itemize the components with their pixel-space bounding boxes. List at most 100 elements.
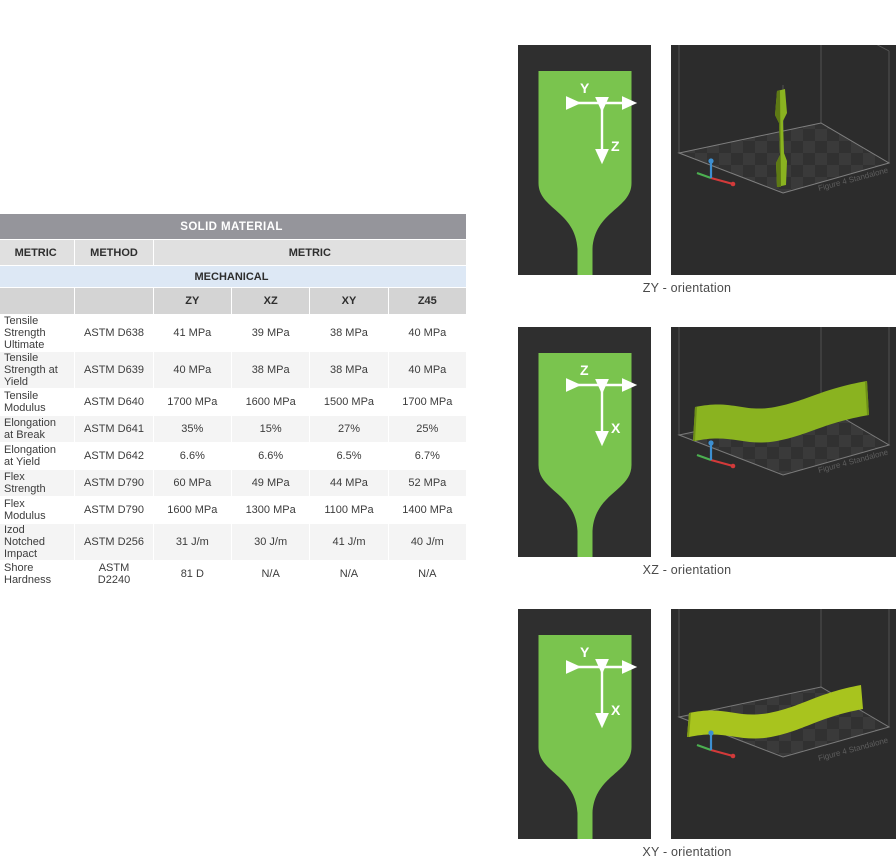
cell-z45: 1700 MPa <box>387 388 468 416</box>
figure-xz-orientation: Z X Figure 4 Standalone XZ - orientation <box>518 327 896 577</box>
table-row: Elongation at Yield ASTM D642 6.6% 6.6% … <box>0 442 468 470</box>
header-metric: METRIC <box>0 239 76 266</box>
cell-zy: 35% <box>152 415 232 443</box>
cell-zy: 31 J/m <box>152 523 232 561</box>
table-row: Shore Hardness ASTM D2240 81 D N/A N/A N… <box>0 560 468 588</box>
colhead-xy: XY <box>309 287 389 315</box>
cell-method: ASTM D638 <box>74 314 154 352</box>
silhouette-panel-zy: Y Z <box>518 45 651 275</box>
table-unit-row: METRIC METHOD METRIC <box>0 239 468 266</box>
cell-zy: 60 MPa <box>152 469 232 497</box>
cell-xy: 44 MPa <box>309 469 389 497</box>
cell-z45: N/A <box>387 560 468 588</box>
viewport-3d-xy[interactable]: Figure 4 Standalone <box>671 609 896 839</box>
axis-label-horizontal: Z <box>580 362 589 378</box>
cell-method: ASTM D640 <box>74 388 154 416</box>
table-row: Tensile Strength Ultimate ASTM D638 41 M… <box>0 314 468 352</box>
cell-xz: 39 MPa <box>230 314 311 352</box>
cell-metric: Tensile Strength Ultimate <box>0 314 76 352</box>
cell-method: ASTM D256 <box>74 523 154 561</box>
viewport-3d-zy[interactable]: Figure 4 Standalone <box>671 45 896 275</box>
table-title: SOLID MATERIAL <box>0 213 467 240</box>
cell-method: ASTM D642 <box>74 442 154 470</box>
cell-metric: Shore Hardness <box>0 560 76 588</box>
cell-metric: Elongation at Yield <box>0 442 76 470</box>
cell-method: ASTM D2240 <box>74 560 154 588</box>
cell-xz: 1600 MPa <box>230 388 311 416</box>
viewport-3d-xz[interactable]: Figure 4 Standalone <box>671 327 896 557</box>
colhead-z45: Z45 <box>387 287 468 315</box>
axis-indicator-zy: Y Z <box>565 80 638 165</box>
cell-metric: Flex Strength <box>0 469 76 497</box>
cell-z45: 52 MPa <box>387 469 468 497</box>
colhead-blank-metric <box>0 287 76 315</box>
material-spec-table: SOLID MATERIAL METRIC METHOD METRIC MECH… <box>0 213 468 588</box>
cell-zy: 81 D <box>152 560 232 588</box>
cell-z45: 1400 MPa <box>387 496 468 524</box>
cell-metric: Tensile Strength at Yield <box>0 351 76 389</box>
colhead-zy: ZY <box>152 287 232 315</box>
cell-xz: 49 MPa <box>230 469 311 497</box>
axis-label-horizontal: Y <box>580 644 590 660</box>
axis-label-vertical: Z <box>611 138 620 154</box>
table-row: Flex Modulus ASTM D790 1600 MPa 1300 MPa… <box>0 496 468 524</box>
cell-xz: 38 MPa <box>230 351 311 389</box>
axis-indicator-xz: Z X <box>565 362 638 447</box>
figure-zy-orientation: Y Z Figure 4 Standalone ZY - orientation <box>518 45 896 295</box>
slicer-scene-zy: Figure 4 Standalone <box>671 45 896 275</box>
cell-method: ASTM D639 <box>74 351 154 389</box>
cell-xy: 38 MPa <box>309 314 389 352</box>
figure-xy-orientation: Y X Figure 4 Standalone XY - orientation <box>518 609 896 859</box>
table-section-row: MECHANICAL <box>0 265 467 288</box>
cell-method: ASTM D641 <box>74 415 154 443</box>
cell-xy: 38 MPa <box>309 351 389 389</box>
header-units: METRIC <box>152 239 468 266</box>
axis-indicator-xy: Y X <box>565 644 638 729</box>
table-row: Elongation at Break ASTM D641 35% 15% 27… <box>0 415 468 443</box>
cell-xz: 15% <box>230 415 311 443</box>
cell-xz: 6.6% <box>230 442 311 470</box>
cell-zy: 6.6% <box>152 442 232 470</box>
table-row: Tensile Strength at Yield ASTM D639 40 M… <box>0 351 468 389</box>
cell-xy: 41 J/m <box>309 523 389 561</box>
cell-zy: 40 MPa <box>152 351 232 389</box>
table-row: Flex Strength ASTM D790 60 MPa 49 MPa 44… <box>0 469 468 497</box>
cell-zy: 1600 MPa <box>152 496 232 524</box>
cell-xz: 1300 MPa <box>230 496 311 524</box>
cell-xy: 27% <box>309 415 389 443</box>
cell-z45: 40 J/m <box>387 523 468 561</box>
cell-xy: 1500 MPa <box>309 388 389 416</box>
cell-z45: 25% <box>387 415 468 443</box>
cell-method: ASTM D790 <box>74 496 154 524</box>
cell-z45: 40 MPa <box>387 314 468 352</box>
colhead-xz: XZ <box>230 287 311 315</box>
figure-caption-zy: ZY - orientation <box>642 281 732 295</box>
silhouette-panel-xy: Y X <box>518 609 651 839</box>
cell-method: ASTM D790 <box>74 469 154 497</box>
orientation-figures: Y Z Figure 4 Standalone ZY - orientation… <box>518 0 896 859</box>
table-title-row: SOLID MATERIAL <box>0 213 467 240</box>
cell-xy: N/A <box>309 560 389 588</box>
cell-metric: Flex Modulus <box>0 496 76 524</box>
slicer-scene-xy: Figure 4 Standalone <box>671 609 896 839</box>
cell-xy: 1100 MPa <box>309 496 389 524</box>
slicer-scene-xz: Figure 4 Standalone <box>671 327 896 557</box>
table-column-header-row: ZY XZ XY Z45 <box>0 287 468 315</box>
header-method: METHOD <box>74 239 154 266</box>
cell-xz: N/A <box>230 560 311 588</box>
material-spec-table-container: SOLID MATERIAL METRIC METHOD METRIC MECH… <box>0 213 468 588</box>
cell-z45: 40 MPa <box>387 351 468 389</box>
cell-z45: 6.7% <box>387 442 468 470</box>
table-row: Tensile Modulus ASTM D640 1700 MPa 1600 … <box>0 388 468 416</box>
cell-metric: Tensile Modulus <box>0 388 76 416</box>
axis-label-horizontal: Y <box>580 80 590 96</box>
cell-zy: 41 MPa <box>152 314 232 352</box>
cell-zy: 1700 MPa <box>152 388 232 416</box>
figure-caption-xz: XZ - orientation <box>642 563 732 577</box>
axis-label-vertical: X <box>611 420 621 436</box>
axis-label-vertical: X <box>611 702 621 718</box>
section-label-mechanical: MECHANICAL <box>0 265 467 288</box>
colhead-blank-method <box>74 287 154 315</box>
silhouette-panel-xz: Z X <box>518 327 651 557</box>
figure-caption-xy: XY - orientation <box>642 845 732 859</box>
